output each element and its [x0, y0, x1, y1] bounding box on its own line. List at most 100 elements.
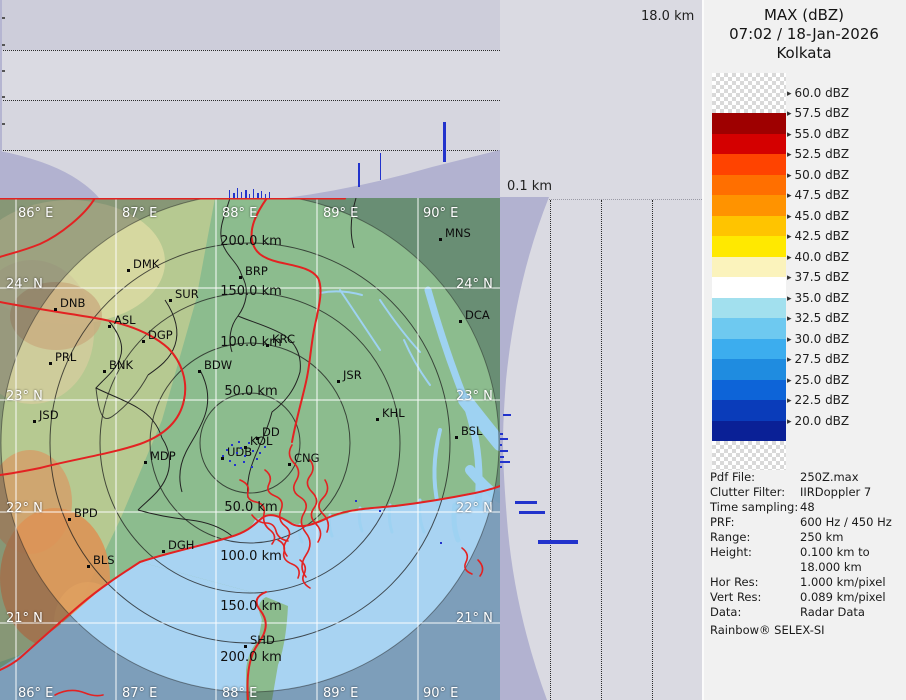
dbz-band [712, 339, 786, 360]
radar-echo-profile [358, 163, 360, 187]
metadata-value: 0.089 km/pixel [800, 590, 886, 604]
radar-echo-profile [380, 153, 381, 180]
scale-tick-arrow-icon: ▸ [787, 396, 792, 406]
metadata-row: Pdf File:250Z.max [710, 470, 902, 485]
dbz-band [712, 359, 786, 380]
radar-echo-profile [500, 461, 510, 463]
dbz-band [712, 400, 786, 421]
dbz-scale-label: ▸22.5 dBZ [787, 392, 849, 409]
metadata-label: Time sampling: [710, 500, 800, 515]
dbz-scale-label: ▸60.0 dBZ [787, 85, 849, 102]
dbz-band [712, 154, 786, 175]
scale-tick-arrow-icon: ▸ [787, 109, 792, 119]
dbz-scale-label: ▸50.0 dBZ [787, 167, 849, 184]
metadata-rows: Pdf File:250Z.maxClutter Filter:IIRDoppl… [710, 470, 902, 620]
metadata-row: Vert Res:0.089 km/pixel [710, 590, 902, 605]
station-name: Kolkata [702, 44, 906, 63]
metadata-value: 1.000 km/pixel [800, 575, 886, 589]
metadata-row: 18.000 km [710, 560, 902, 575]
radar-echo-profile [503, 414, 511, 416]
height-axis-min-label: 0.1 km [507, 179, 552, 194]
metadata-label: Clutter Filter: [710, 485, 800, 500]
dbz-band [712, 298, 786, 319]
metadata-value: 18.000 km [800, 560, 862, 574]
metadata-value: Radar Data [800, 605, 865, 619]
dbz-scale-label: ▸37.5 dBZ [787, 269, 849, 286]
metadata-label: Height: [710, 545, 800, 560]
radar-echo-profile [261, 191, 262, 198]
product-datetime: 07:02 / 18-Jan-2026 [702, 25, 906, 44]
dbz-band [712, 257, 786, 278]
dbz-scale-label: ▸57.5 dBZ [787, 105, 849, 122]
top-panel-echoes [0, 0, 500, 198]
software-brand: Rainbow® SELEX-SI [710, 623, 902, 638]
metadata-value: 250Z.max [800, 470, 859, 484]
side-panel-out-of-range-shading [500, 150, 706, 700]
dbz-scale-label: ▸40.0 dBZ [787, 249, 849, 266]
scale-tick-arrow-icon: ▸ [787, 150, 792, 160]
metadata-row: Range:250 km [710, 530, 902, 545]
dbz-band [712, 236, 786, 257]
metadata-value: 0.100 km to [800, 545, 870, 559]
metadata-label: Vert Res: [710, 590, 800, 605]
radar-map [0, 198, 500, 700]
dbz-scale-label: ▸27.5 dBZ [787, 351, 849, 368]
dbz-band [712, 113, 786, 134]
metadata-row: Hor Res:1.000 km/pixel [710, 575, 902, 590]
scale-tick-arrow-icon: ▸ [787, 355, 792, 365]
radar-echo-profile [245, 190, 247, 198]
dbz-band [712, 277, 786, 298]
dbz-band [712, 380, 786, 401]
top-height-panel [0, 0, 500, 198]
metadata-row: Time sampling:48 [710, 500, 902, 515]
dbz-band [712, 318, 786, 339]
radar-echo-profile [229, 190, 230, 198]
scale-tick-arrow-icon: ▸ [787, 376, 792, 386]
dbz-color-scale [712, 73, 786, 470]
scale-tick-arrow-icon: ▸ [787, 335, 792, 345]
metadata-label: Range: [710, 530, 800, 545]
scale-tick-arrow-icon: ▸ [787, 191, 792, 201]
dbz-scale-label: ▸55.0 dBZ [787, 126, 849, 143]
metadata-label: Hor Res: [710, 575, 800, 590]
metadata-value: IIRDoppler 7 [800, 485, 871, 499]
dbz-band [712, 216, 786, 237]
radar-echo-profile [538, 540, 578, 544]
scale-tick-arrow-icon: ▸ [787, 314, 792, 324]
dbz-scale-label: ▸32.5 dBZ [787, 310, 849, 327]
metadata-row: Clutter Filter:IIRDoppler 7 [710, 485, 902, 500]
radar-echo-profile [515, 501, 537, 504]
metadata-row: Data:Radar Data [710, 605, 902, 620]
dbz-band [712, 195, 786, 216]
dbz-scale-label: ▸20.0 dBZ [787, 413, 849, 430]
dbz-scale-label: ▸30.0 dBZ [787, 331, 849, 348]
metadata-label: Pdf File: [710, 470, 800, 485]
dbz-band [712, 134, 786, 155]
radar-echo-profile [237, 188, 238, 198]
product-metadata: Pdf File:250Z.maxClutter Filter:IIRDoppl… [710, 470, 902, 638]
radar-product-window: 86° E86° E87° E87° E88° E88° E89° E89° E… [0, 0, 906, 700]
dbz-scale-label: ▸47.5 dBZ [787, 187, 849, 204]
color-scale-bands [712, 113, 786, 441]
dbz-scale-label: ▸52.5 dBZ [787, 146, 849, 163]
metadata-row: Height:0.100 km to [710, 545, 902, 560]
scale-tick-arrow-icon: ▸ [787, 273, 792, 283]
radar-echo-profile [500, 450, 508, 452]
dbz-band [712, 421, 786, 442]
metadata-label: Data: [710, 605, 800, 620]
height-axis-max-label: 18.0 km [641, 9, 694, 24]
scale-tick-arrow-icon: ▸ [787, 417, 792, 427]
dbz-scale-label: ▸25.0 dBZ [787, 372, 849, 389]
radar-echo-profile [253, 189, 254, 198]
metadata-value: 250 km [800, 530, 843, 544]
radar-echo-profile [499, 438, 508, 440]
scale-tick-arrow-icon: ▸ [787, 130, 792, 140]
metadata-row: PRF:600 Hz / 450 Hz [710, 515, 902, 530]
dbz-band [712, 175, 786, 196]
dbz-scale-label: ▸35.0 dBZ [787, 290, 849, 307]
metadata-label: PRF: [710, 515, 800, 530]
scale-tick-arrow-icon: ▸ [787, 89, 792, 99]
metadata-value: 600 Hz / 450 Hz [800, 515, 892, 529]
color-scale-overflow-bottom [712, 441, 786, 470]
scale-tick-arrow-icon: ▸ [787, 253, 792, 263]
